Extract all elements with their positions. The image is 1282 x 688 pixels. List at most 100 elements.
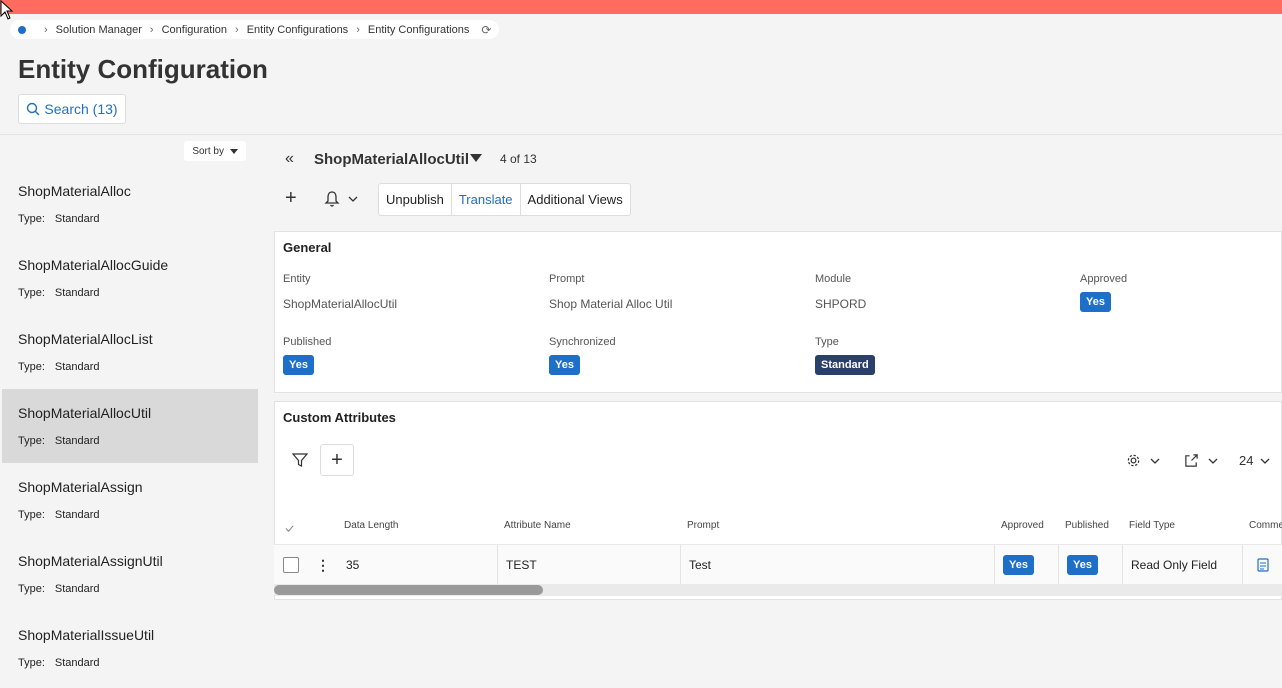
top-bar [0,0,1282,14]
list-item-name: ShopMaterialAllocUtil [18,405,152,421]
bell-icon[interactable] [324,190,340,208]
filter-icon[interactable] [292,452,308,468]
column-header-comments[interactable]: Comme [1249,520,1282,531]
list-item-type: Type: Standard [18,435,100,447]
column-header-approved[interactable]: Approved [1001,520,1044,531]
list-item-name: ShopMaterialIssueUtil [18,627,155,643]
additional-views-button[interactable]: Additional Views [521,184,630,215]
type-label: Type: [18,657,45,669]
scrollbar-thumb[interactable] [274,585,543,595]
cell-data-length: 35 [346,558,360,572]
published-badge: Yes [283,355,314,375]
chevron-right-icon: › [356,23,360,36]
type-label: Type: [18,583,45,595]
type-value: Standard [54,509,100,521]
chevron-down-icon[interactable] [1260,456,1270,466]
record-title: ShopMaterialAllocUtil [314,151,470,168]
collapse-sidebar-icon[interactable]: « [285,150,294,168]
horizontal-scrollbar[interactable] [274,584,1282,596]
list-item-name: ShopMaterialAssign [18,479,143,495]
cell-field-type: Read Only Field [1131,558,1218,572]
list-item-type: Type: Standard [18,657,100,669]
record-action-buttons: Unpublish Translate Additional Views [378,183,631,216]
list-item-name: ShopMaterialAllocGuide [18,257,169,273]
list-item-type: Type: Standard [18,583,100,595]
refresh-icon[interactable]: ⟳ [481,23,491,37]
translate-button[interactable]: Translate [452,184,521,215]
chevron-right-icon: › [149,23,154,36]
page-title: Entity Configuration [18,54,268,84]
list-item[interactable]: ShopMaterialAllocGuide Type: Standard [2,243,258,317]
column-header-attribute-name[interactable]: Attribute Name [504,520,571,531]
synchronized-badge: Yes [549,355,580,375]
chevron-down-icon[interactable] [348,194,358,204]
search-icon [27,102,40,116]
search-button[interactable]: Search (13) [18,94,126,124]
column-header-data-length[interactable]: Data Length [344,520,399,531]
list-item-type: Type: Standard [18,361,100,373]
type-value: Standard [54,657,100,669]
breadcrumb-item-entity-configurations[interactable]: Entity Configurations [247,24,349,36]
add-icon: + [331,449,343,471]
entity-label: Entity [283,273,311,285]
cell-attribute-name: TEST [506,558,537,572]
cell-approved-badge: Yes [1003,555,1034,575]
published-label: Published [283,336,332,348]
list-item[interactable]: ShopMaterialAlloc Type: Standard [2,169,258,243]
general-title: General [283,240,332,255]
breadcrumb-item-current: Entity Configurations [367,23,470,36]
list-item-selected[interactable]: ShopMaterialAllocUtil Type: Standard [2,389,258,463]
type-label: Type: [18,509,45,521]
prompt-value: Shop Material Alloc Util [549,297,673,311]
module-label: Module [815,273,852,285]
column-header-field-type[interactable]: Field Type [1129,520,1175,531]
prompt-label: Prompt [549,273,585,285]
add-icon[interactable]: + [285,188,297,208]
column-header-prompt[interactable]: Prompt [687,520,719,531]
module-value: SHPORD [815,297,867,311]
record-count: 4 of 13 [500,152,537,166]
list-item[interactable]: ShopMaterialIssueUtil Type: Standard [2,613,258,687]
entity-list-sidebar: Sort by ShopMaterialAlloc Type: Standard … [2,135,258,688]
sort-by-button[interactable]: Sort by [184,141,246,161]
gear-icon[interactable] [1126,453,1141,468]
chevron-down-icon[interactable] [1208,456,1218,466]
record-selector-caret-icon[interactable] [470,154,482,162]
chevron-right-icon: › [235,23,239,36]
select-all-check-icon[interactable] [285,524,294,533]
row-menu-icon[interactable]: ⋮ [316,557,330,574]
approved-label: Approved [1080,273,1128,285]
type-value: Standard [54,213,100,225]
list-item[interactable]: ShopMaterialAssignUtil Type: Standard [2,539,258,613]
add-attribute-button[interactable]: + [320,444,354,476]
list-item[interactable]: ShopMaterialAssign Type: Standard [2,465,258,539]
type-label: Type [815,336,839,348]
chevron-down-icon[interactable] [1150,456,1160,466]
unpublish-button[interactable]: Unpublish [379,184,452,215]
synchronized-label: Synchronized [549,336,616,348]
breadcrumb: › Solution Manager › Configuration › Ent… [10,20,500,39]
custom-attributes-title: Custom Attributes [283,410,396,425]
type-label: Type: [18,287,45,299]
list-item-name: ShopMaterialAllocList [18,331,153,347]
export-icon[interactable] [1184,453,1199,468]
cell-published-badge: Yes [1067,555,1098,575]
type-label: Type: [18,213,45,225]
page-size-value[interactable]: 24 [1239,453,1253,468]
list-item[interactable]: ShopMaterialAllocList Type: Standard [2,317,258,391]
table-row[interactable]: ⋮ 35 TEST Test Yes Yes Read Only Field [274,544,1282,585]
breadcrumb-item-configuration[interactable]: Configuration [162,24,227,36]
list-item-name: ShopMaterialAlloc [18,183,131,199]
list-item-name: ShopMaterialAssignUtil [18,553,163,569]
approved-badge: Yes [1080,292,1111,312]
row-checkbox[interactable] [283,557,299,573]
type-label: Type: [18,361,45,373]
entity-value: ShopMaterialAllocUtil [283,297,398,311]
type-value: Standard [54,361,100,373]
home-icon[interactable] [18,25,26,34]
comment-document-icon[interactable] [1257,558,1269,572]
type-value: Standard [54,583,100,595]
breadcrumb-item-solution-manager[interactable]: Solution Manager [56,24,142,36]
column-header-published[interactable]: Published [1065,520,1109,531]
type-badge: Standard [815,355,875,375]
